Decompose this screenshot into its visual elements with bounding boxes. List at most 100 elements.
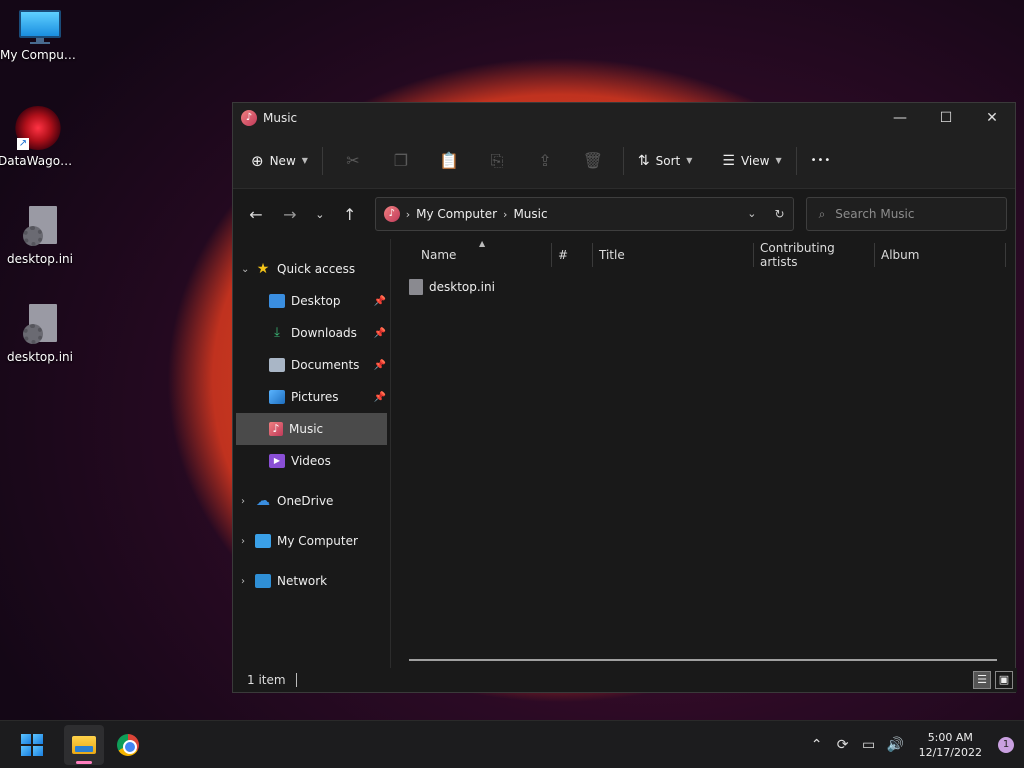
desktop-icon-label: My Computer [0, 48, 80, 62]
nav-music[interactable]: ♪ Music [236, 413, 387, 445]
volume-icon[interactable]: 🔊 [887, 737, 904, 753]
clock[interactable]: 5:00 AM 12/17/2022 [913, 730, 988, 760]
refresh-icon[interactable]: ↻ [775, 207, 785, 221]
monitor-icon [19, 10, 61, 44]
breadcrumb-separator-icon: › [503, 207, 508, 221]
taskbar: ⌃ ⟳ ▭ 🔊 5:00 AM 12/17/2022 1 [0, 720, 1024, 768]
video-icon: ▶ [269, 454, 285, 468]
sync-icon[interactable]: ⟳ [835, 737, 851, 753]
view-lines-icon: ☰ [722, 152, 735, 169]
desktop-icon-label: desktop.ini [7, 252, 73, 266]
cloud-icon: ☁ [256, 493, 270, 509]
chevron-right-icon: › [241, 535, 245, 547]
paste-icon[interactable]: 📋 [425, 151, 473, 170]
nav-my-computer[interactable]: › My Computer [233, 525, 390, 557]
more-options-icon: ••• [810, 155, 832, 166]
column-contributing-artists[interactable]: Contributing artists [760, 241, 874, 269]
sort-button[interactable]: ⇅ Sort ▼ [630, 147, 701, 175]
shortcut-arrow-icon: ↗ [17, 138, 29, 150]
column-divider [551, 242, 552, 267]
nav-videos[interactable]: ▶ Videos [233, 445, 390, 477]
column-divider [753, 242, 754, 267]
column-number[interactable]: # [558, 243, 592, 267]
cut-icon[interactable]: ✂ [329, 151, 377, 170]
file-explorer-window: ♪ Music — ☐ ✕ ⊕ New ▼ ✂ ❐ 📋 ⎘ ⇪ 🗑 ⇅ Sort… [232, 102, 1017, 693]
up-arrow-icon[interactable]: ↑ [335, 205, 365, 224]
notification-badge[interactable]: 1 [998, 736, 1014, 753]
details-view-icon[interactable]: ☰ [973, 671, 991, 689]
title-bar[interactable]: ♪ Music — ☐ ✕ [233, 103, 1015, 133]
status-bar: 1 item ☰ ▣ [233, 668, 1017, 692]
nav-label: Documents [291, 358, 360, 372]
column-album[interactable]: Album [881, 243, 1005, 267]
minimize-button[interactable]: — [877, 103, 923, 133]
chrome-taskbar-button[interactable] [108, 725, 148, 765]
breadcrumb-separator-icon: › [405, 207, 411, 221]
chevron-down-icon: ▼ [686, 156, 693, 165]
desktop-icon-datawagon[interactable]: ↗ DataWagon... [0, 106, 78, 168]
new-button[interactable]: ⊕ New ▼ [243, 146, 316, 176]
column-name[interactable]: Name [421, 243, 551, 267]
music-note-icon: ♪ [383, 206, 400, 222]
nav-documents[interactable]: Documents 📌 [233, 349, 390, 381]
clock-time: 5:00 AM [927, 730, 973, 744]
desktop-icon-label: DataWagon... [0, 154, 78, 168]
close-button[interactable]: ✕ [969, 103, 1015, 133]
recent-locations-chevron-icon[interactable]: ⌄ [305, 208, 335, 221]
address-bar[interactable]: ♪ › My Computer › Music ⌄ ↻ [374, 197, 794, 231]
copy-icon[interactable]: ❐ [377, 151, 425, 170]
desktop-icon-desktop-ini-1[interactable]: desktop.ini [0, 206, 80, 266]
start-button[interactable] [12, 725, 52, 765]
column-title[interactable]: Title [599, 243, 753, 267]
large-icons-view-icon[interactable]: ▣ [995, 671, 1013, 689]
view-button-label: View [740, 153, 770, 168]
nav-onedrive[interactable]: › ☁ OneDrive [233, 485, 390, 517]
nav-pictures[interactable]: Pictures 📌 [233, 381, 390, 413]
nav-label: Videos [291, 454, 331, 468]
nav-label: Music [289, 422, 324, 436]
search-input[interactable]: ⌕ Search Music [805, 197, 1008, 231]
breadcrumb-my-computer[interactable]: My Computer [416, 207, 497, 221]
forward-arrow-icon[interactable]: → [275, 205, 305, 224]
nav-label: OneDrive [277, 494, 334, 508]
chevron-down-icon: ⌄ [241, 263, 250, 275]
share-icon[interactable]: ⇪ [521, 151, 569, 170]
show-hidden-icons-chevron-icon[interactable]: ⌃ [809, 737, 825, 753]
nav-desktop[interactable]: Desktop 📌 [233, 285, 390, 317]
network-icon [255, 574, 271, 588]
clock-date: 12/17/2022 [918, 745, 982, 759]
search-placeholder: Search Music [835, 207, 915, 221]
breadcrumb-music[interactable]: Music [513, 207, 547, 221]
nav-quick-access[interactable]: ⌄ ★ Quick access [233, 253, 390, 285]
address-history-chevron-icon[interactable]: ⌄ [747, 207, 756, 221]
address-row: ← → ⌄ ↑ ♪ › My Computer › Music ⌄ ↻ ⌕ Se… [233, 189, 1015, 239]
pin-icon: 📌 [373, 359, 386, 371]
music-note-icon: ♪ [269, 422, 283, 436]
item-count: 1 item [247, 673, 286, 687]
horizontal-scrollbar[interactable] [409, 659, 997, 661]
network-display-icon[interactable]: ▭ [861, 737, 877, 753]
file-list: ▲ Name # Title Contributing artists Albu… [391, 239, 1017, 673]
nav-network[interactable]: › Network [233, 565, 390, 597]
more-options-button[interactable]: ••• [803, 149, 840, 172]
desktop-icon-my-computer[interactable]: My Computer [0, 10, 80, 62]
file-explorer-taskbar-button[interactable] [64, 724, 104, 765]
monitor-icon [255, 534, 271, 548]
status-divider [295, 673, 297, 687]
pin-icon: 📌 [373, 295, 386, 307]
music-note-icon: ♪ [241, 110, 257, 126]
desktop-icon-desktop-ini-2[interactable]: desktop.ini [0, 304, 80, 364]
file-row[interactable]: desktop.ini [391, 271, 1017, 303]
file-name: desktop.ini [429, 280, 495, 294]
desktop-icon-label: desktop.ini [7, 350, 73, 364]
view-button[interactable]: ☰ View ▼ [714, 147, 789, 175]
delete-icon[interactable]: 🗑 [569, 151, 617, 170]
rename-icon[interactable]: ⎘ [473, 151, 521, 171]
maximize-button[interactable]: ☐ [923, 103, 969, 133]
windows-logo-icon [21, 733, 43, 756]
column-header-row: ▲ Name # Title Contributing artists Albu… [391, 239, 1017, 271]
nav-label: Downloads [291, 326, 357, 340]
nav-downloads[interactable]: ⤓ Downloads 📌 [233, 317, 390, 349]
settings-file-icon [23, 304, 57, 346]
back-arrow-icon[interactable]: ← [241, 205, 271, 224]
